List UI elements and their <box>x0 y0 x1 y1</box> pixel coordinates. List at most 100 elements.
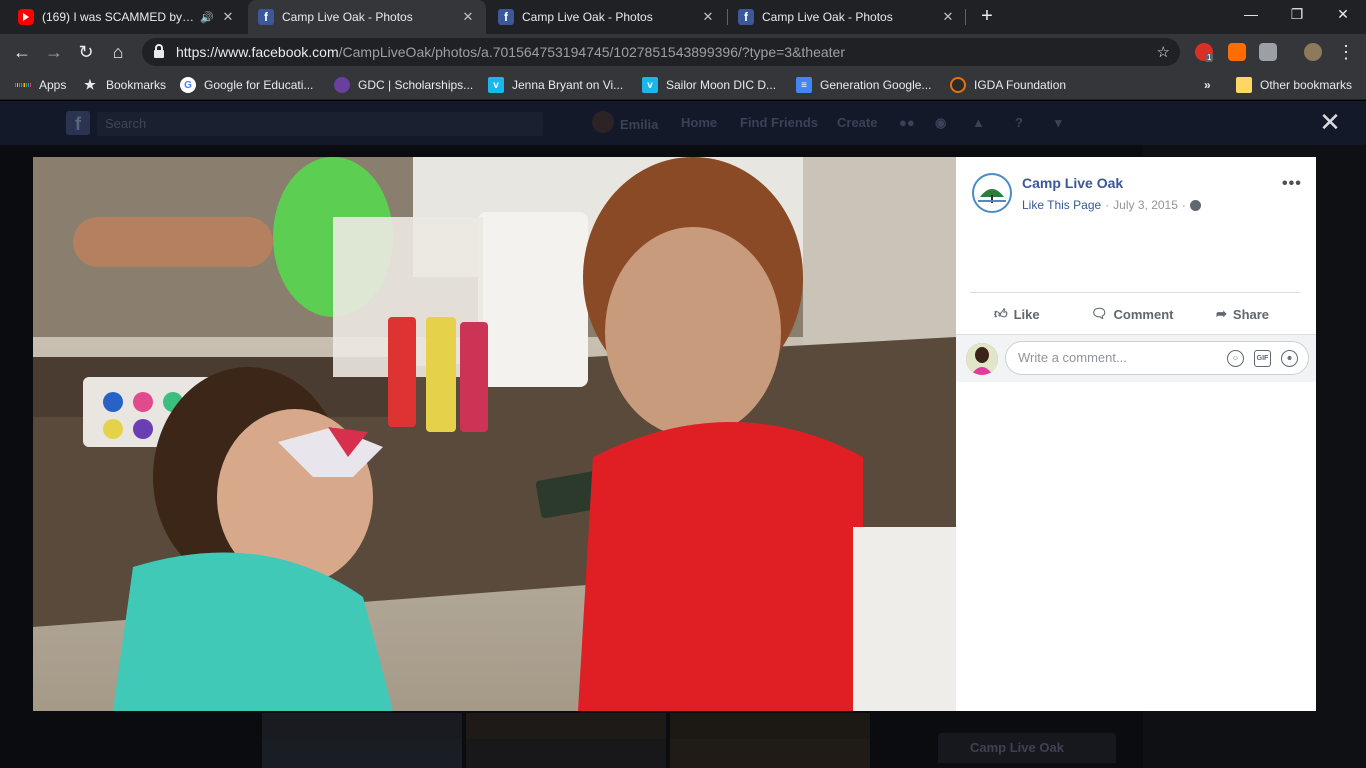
facebook-icon: f <box>498 9 514 25</box>
facebook-logo-icon: f <box>66 111 90 135</box>
new-tab-button[interactable]: + <box>976 5 998 29</box>
tab-active-photos[interactable]: f Camp Live Oak - Photos ✕ <box>248 0 486 34</box>
facebook-top-bar: f Search Emilia Home Find Friends Create… <box>0 101 1366 145</box>
minimize-button[interactable]: — <box>1228 0 1274 30</box>
comment-button[interactable]: 🗨︎ Comment <box>1091 303 1173 325</box>
avatar <box>966 343 998 375</box>
bookmark-gdc[interactable]: GDC | Scholarships... <box>334 76 473 94</box>
bookmark-igda[interactable]: IGDA Foundation <box>950 76 1066 94</box>
bookmark-label: Generation Google... <box>820 78 932 92</box>
igda-icon <box>950 77 966 93</box>
friends-icon[interactable]: ●● <box>899 115 915 130</box>
apps-grid-icon <box>15 77 32 93</box>
tab-title: (169) I was SCAMMED by a b <box>42 10 197 24</box>
chat-tab-label: Camp Live Oak <box>970 740 1064 755</box>
folder-icon <box>1236 77 1252 93</box>
share-button[interactable]: ➦ Share <box>1216 303 1269 325</box>
facebook-icon: f <box>738 9 754 25</box>
post-date[interactable]: July 3, 2015 <box>1113 198 1178 212</box>
notifications-icon[interactable]: ▲ <box>972 115 985 130</box>
like-button[interactable]: 👍︎ Like <box>994 303 1040 325</box>
nav-label: Emilia <box>620 116 659 132</box>
nav-home[interactable]: Home <box>681 115 717 130</box>
comment-input[interactable]: Write a comment... ☺ GIF ☻ <box>1005 341 1309 375</box>
user-avatar-image <box>966 343 998 375</box>
bookmark-other[interactable]: Other bookmarks <box>1236 76 1352 94</box>
facebook-icon: f <box>258 9 274 25</box>
sticker-icon[interactable]: ☻ <box>1281 350 1298 367</box>
reload-icon[interactable]: ↻ <box>74 40 98 64</box>
tab-photos-3[interactable]: f Camp Live Oak - Photos ✕ <box>728 0 966 34</box>
maximize-button[interactable]: ❐ <box>1274 0 1320 30</box>
facebook-search-input[interactable]: Search <box>97 112 543 136</box>
photo-image <box>33 157 956 711</box>
nav-create[interactable]: Create <box>837 115 877 130</box>
bookmark-label: Other bookmarks <box>1260 78 1353 92</box>
page-avatar[interactable] <box>972 173 1012 213</box>
profile-avatar[interactable] <box>1304 43 1322 61</box>
comment-icon: 🗨︎ <box>1091 306 1108 321</box>
bookmark-generation-google[interactable]: ≡ Generation Google... <box>796 76 931 94</box>
post-meta: Like This Page · July 3, 2015 · <box>1022 198 1201 212</box>
extension-icon[interactable] <box>1259 43 1277 61</box>
tab-strip: (169) I was SCAMMED by a b 🔊 ✕ f Camp Li… <box>0 0 1366 34</box>
messenger-icon[interactable]: ◉ <box>935 115 946 131</box>
photo-thumbnail <box>262 739 462 768</box>
post-photo[interactable] <box>33 157 956 711</box>
bookmark-apps[interactable]: Apps <box>15 76 66 94</box>
close-tab-icon[interactable]: ✕ <box>220 9 236 25</box>
emoji-icon[interactable]: ☺ <box>1227 350 1244 367</box>
forward-icon[interactable]: → <box>42 40 66 64</box>
bookmark-jenna-bryant[interactable]: v Jenna Bryant on Vi... <box>488 76 623 94</box>
gdc-icon <box>334 77 350 93</box>
comment-label: Comment <box>1113 306 1174 322</box>
like-page-link[interactable]: Like This Page <box>1022 198 1101 212</box>
post-info-panel: Camp Live Oak Like This Page · July 3, 2… <box>956 157 1316 711</box>
chevron-down-icon[interactable]: ▾ <box>1055 115 1062 131</box>
url-text: https://www.facebook.com/CampLiveOak/pho… <box>176 44 846 60</box>
close-window-button[interactable]: ✕ <box>1320 0 1366 30</box>
bookmarks-overflow-icon[interactable]: » <box>1204 76 1211 94</box>
close-tab-icon[interactable]: ✕ <box>700 9 716 25</box>
browser-toolbar: ← → ↻ ⌂ https://www.facebook.com/CampLiv… <box>0 34 1366 70</box>
bookmark-google-education[interactable]: G Google for Educati... <box>180 76 313 94</box>
google-docs-icon: ≡ <box>796 77 812 93</box>
page-name-link[interactable]: Camp Live Oak <box>1022 175 1123 191</box>
bookmark-label: Apps <box>39 78 67 92</box>
back-icon[interactable]: ← <box>10 40 34 64</box>
close-tab-icon[interactable]: ✕ <box>940 9 956 25</box>
bookmark-bookmarks[interactable]: ★ Bookmarks <box>82 76 166 94</box>
comment-composer: Write a comment... ☺ GIF ☻ <box>956 334 1316 382</box>
tab-youtube[interactable]: (169) I was SCAMMED by a b 🔊 ✕ <box>8 0 246 34</box>
star-icon: ★ <box>84 77 96 92</box>
lock-icon <box>154 44 164 58</box>
help-icon[interactable]: ? <box>1015 115 1023 130</box>
nav-profile[interactable]: Emilia <box>592 111 659 133</box>
share-icon: ➦ <box>1216 306 1227 321</box>
comment-tools: ☺ GIF ☻ <box>1227 350 1298 367</box>
photo-thumbnail <box>466 739 666 768</box>
close-tab-icon[interactable]: ✕ <box>460 9 476 25</box>
bookmark-sailor-moon[interactable]: v Sailor Moon DIC D... <box>642 76 776 94</box>
speaker-icon[interactable]: 🔊 <box>200 11 214 24</box>
photo-thumbnail <box>670 739 870 768</box>
address-bar[interactable]: https://www.facebook.com/CampLiveOak/pho… <box>142 38 1180 66</box>
vimeo-icon: v <box>488 77 504 93</box>
bookmarks-bar: Apps ★ Bookmarks G Google for Educati...… <box>0 70 1366 100</box>
like-label: Like <box>1013 306 1040 322</box>
tab-title: Camp Live Oak - Photos <box>522 10 653 24</box>
more-options-icon[interactable]: ••• <box>1282 175 1302 193</box>
tab-title: Camp Live Oak - Photos <box>282 10 413 24</box>
close-theater-button[interactable]: ✕ <box>1318 109 1342 135</box>
extension-icon[interactable] <box>1228 43 1246 61</box>
menu-icon[interactable]: ⋮ <box>1334 40 1358 64</box>
bookmark-star-icon[interactable]: ☆ <box>1157 43 1170 61</box>
tab-photos-2[interactable]: f Camp Live Oak - Photos ✕ <box>488 0 726 34</box>
chat-tab[interactable]: Camp Live Oak <box>938 733 1116 763</box>
bookmark-label: IGDA Foundation <box>974 78 1067 92</box>
gif-icon[interactable]: GIF <box>1254 350 1271 367</box>
home-icon[interactable]: ⌂ <box>106 40 130 64</box>
nav-find-friends[interactable]: Find Friends <box>740 115 818 130</box>
bookmark-label: GDC | Scholarships... <box>358 78 474 92</box>
globe-icon <box>1189 199 1201 211</box>
